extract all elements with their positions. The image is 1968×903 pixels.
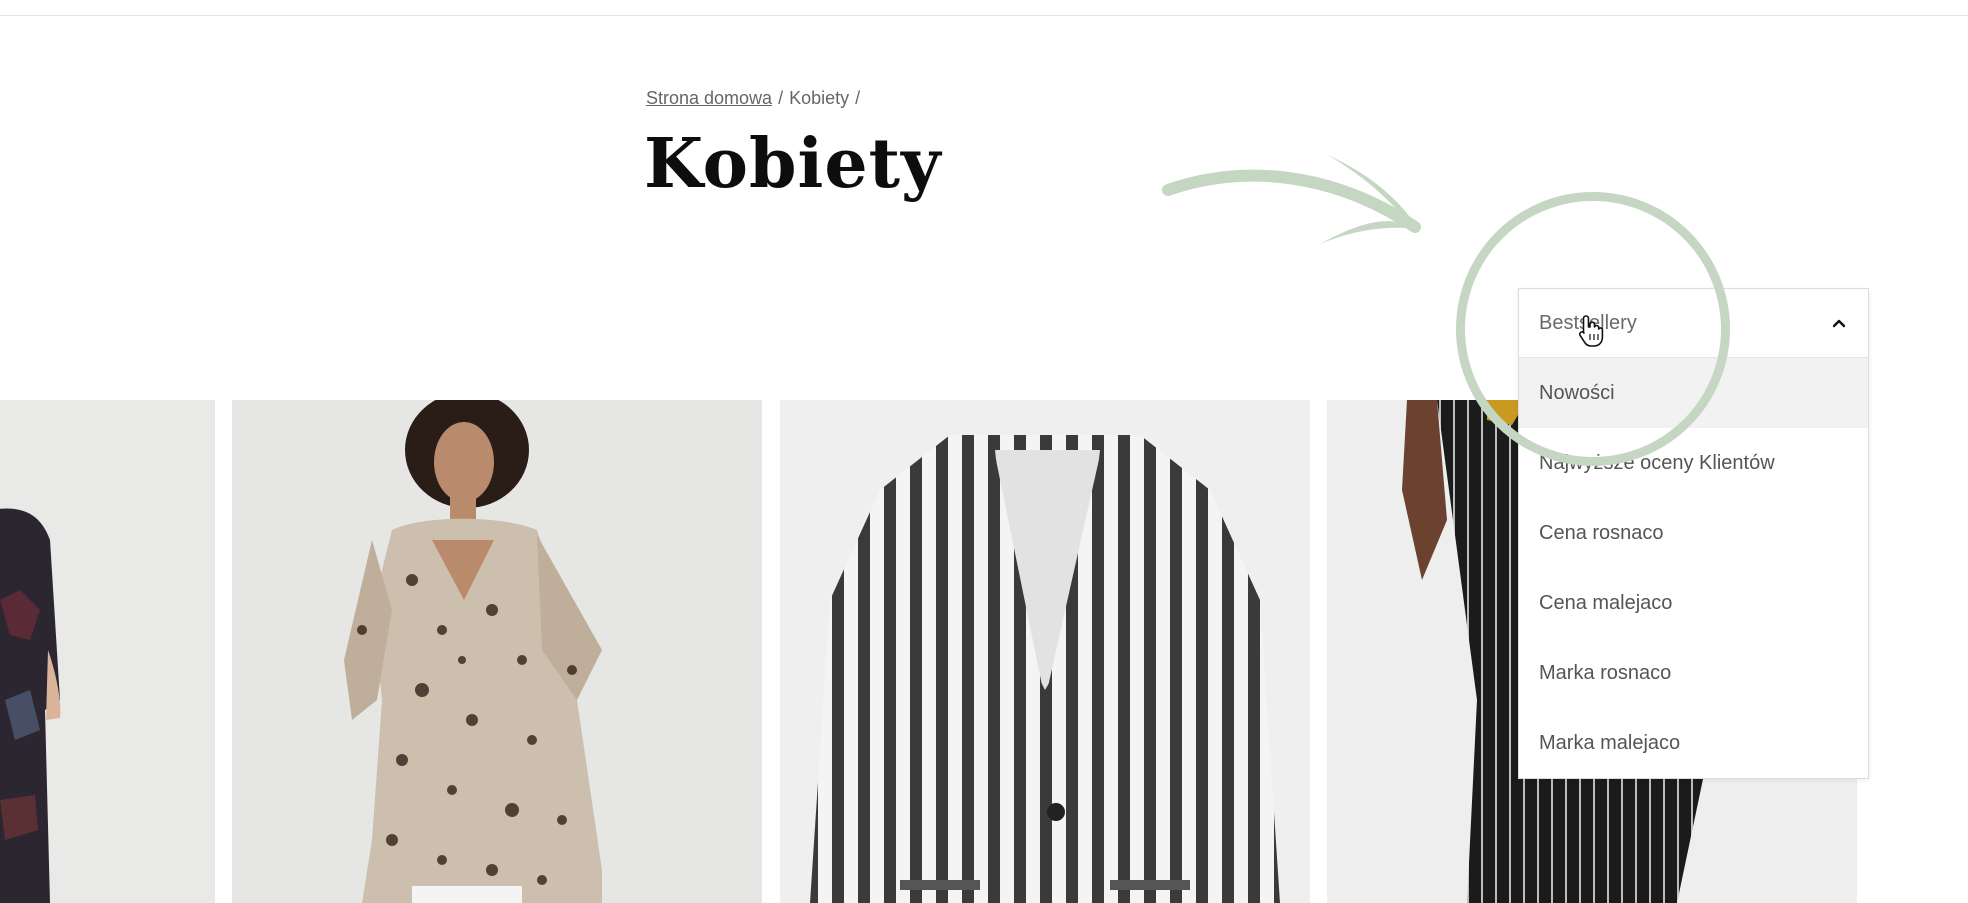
breadcrumb-current: Kobiety [789,88,850,108]
striped-blazer-image [810,435,1280,903]
sort-dropdown[interactable]: Bestsellery Nowości Najwyższe oceny Klie… [1518,288,1869,779]
chevron-up-icon [1830,314,1848,332]
product-card[interactable] [232,400,762,903]
product-card[interactable] [0,400,215,903]
sort-option-newest[interactable]: Nowości [1519,358,1868,428]
sort-option-price-asc[interactable]: Cena rosnaco [1519,498,1868,568]
header-divider [0,15,1968,16]
breadcrumb-separator: / [778,88,784,108]
breadcrumb-separator: / [855,88,861,108]
annotation-arrow-icon [1162,155,1421,245]
sort-option-brand-desc[interactable]: Marka malejaco [1519,708,1868,778]
breadcrumb: Strona domowa / Kobiety / [646,88,866,109]
product-card[interactable] [780,400,1310,903]
sort-dropdown-toggle[interactable]: Bestsellery [1519,289,1868,358]
sort-option-brand-asc[interactable]: Marka rosnaco [1519,638,1868,708]
breadcrumb-home-link[interactable]: Strona domowa [646,88,772,108]
sort-option-top-rated[interactable]: Najwyższe oceny Klientów [1519,428,1868,498]
sort-options-list: Nowości Najwyższe oceny Klientów Cena ro… [1519,358,1868,778]
sort-option-price-desc[interactable]: Cena malejaco [1519,568,1868,638]
hand-cursor-icon [1578,315,1604,347]
printed-dress-image [0,508,61,903]
page-title: Kobiety [644,124,942,204]
leopard-print-dress-image [344,400,602,903]
